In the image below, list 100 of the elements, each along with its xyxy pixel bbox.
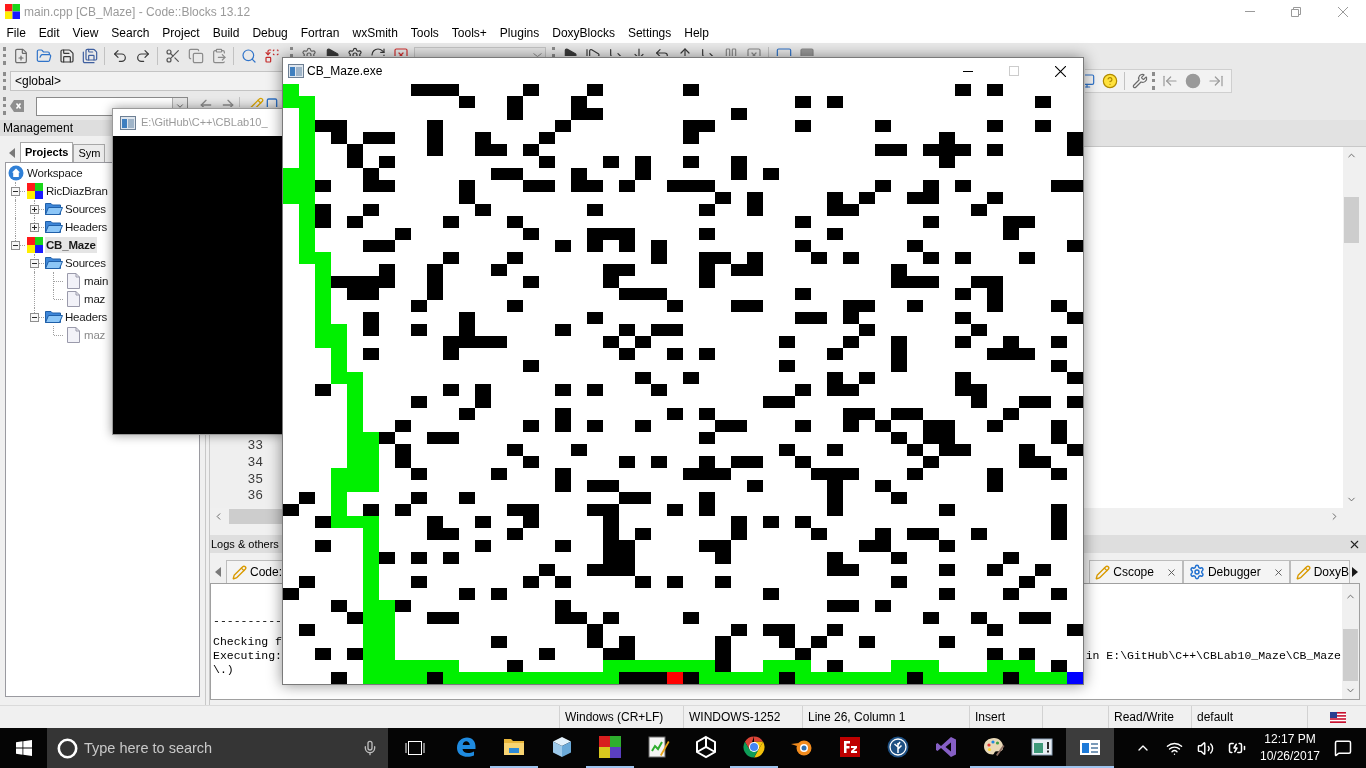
scrollbar-thumb[interactable] [1344, 197, 1359, 243]
collapse-icon[interactable] [30, 312, 39, 322]
bookmark-icon[interactable] [264, 97, 280, 107]
tree-item[interactable]: main [83, 273, 110, 289]
menu-item[interactable]: Debug [245, 24, 295, 42]
grip-icon[interactable] [3, 46, 6, 65]
taskbar-button[interactable] [1066, 728, 1114, 768]
folder-icon [45, 256, 63, 270]
tree-item[interactable]: Headers [64, 309, 109, 325]
stop-icon[interactable] [392, 47, 409, 56]
menu-item[interactable]: View [66, 24, 105, 42]
expand-icon[interactable] [30, 222, 39, 232]
panel-tab[interactable]: Projects [20, 142, 74, 162]
wrench-icon[interactable] [1131, 73, 1148, 89]
gear-icon[interactable] [346, 47, 363, 56]
tree-item[interactable]: maz [83, 291, 107, 307]
undo-icon[interactable] [111, 47, 128, 64]
four-squares-icon [598, 735, 622, 759]
menu-item[interactable]: Fortran [294, 24, 346, 42]
panel-tab[interactable]: Sym [73, 144, 106, 162]
triangle-left-icon[interactable] [215, 567, 221, 577]
pencil-icon [232, 564, 247, 580]
corner-arrow-icon[interactable] [653, 47, 670, 56]
grip-icon[interactable] [3, 97, 6, 115]
volume-icon[interactable] [1196, 739, 1214, 757]
tree-item[interactable]: CB_Maze [45, 237, 97, 253]
tree-item[interactable]: Sources [64, 201, 107, 217]
menu-item[interactable]: DoxyBlocks [545, 24, 622, 42]
collapse-icon[interactable] [30, 258, 39, 268]
tree-item[interactable]: Headers [64, 219, 109, 235]
notification-icon[interactable] [1334, 739, 1352, 757]
tree-item[interactable]: Sources [64, 255, 107, 271]
menu-item[interactable]: Build [206, 24, 246, 42]
stop-icon[interactable] [745, 47, 762, 56]
menu-item[interactable]: wxSmith [345, 24, 405, 42]
grip-icon[interactable] [1152, 72, 1155, 90]
folder-open-icon[interactable] [35, 47, 52, 64]
close-icon[interactable] [1165, 566, 1177, 578]
close-icon[interactable] [1272, 566, 1284, 578]
panel-title: Management [3, 120, 74, 137]
line-number: 33 [247, 438, 263, 455]
status-text: Line 26, Column 1 [808, 709, 906, 726]
tree-item[interactable]: RicDiazBran [45, 183, 109, 199]
scrollbar-thumb[interactable] [1343, 629, 1358, 681]
notepad-icon [646, 735, 670, 759]
menu-item[interactable]: Tools [404, 24, 446, 42]
menu-item[interactable]: Plugins [493, 24, 546, 42]
cube-outline-icon [694, 735, 718, 759]
menu-item[interactable]: File [0, 24, 33, 42]
gear-icon[interactable] [300, 47, 317, 56]
menu-item[interactable]: Tools+ [445, 24, 494, 42]
collapse-icon[interactable] [11, 186, 20, 196]
log-line: ---------- [213, 613, 282, 630]
scrollbar-thumb[interactable] [229, 509, 283, 524]
save-icon[interactable] [58, 47, 75, 64]
log-tab[interactable]: Debugger [1182, 560, 1290, 583]
triangle-right-icon[interactable] [1352, 567, 1358, 577]
window-icon [288, 64, 304, 78]
menu-item[interactable]: Project [155, 24, 207, 42]
tree-item[interactable]: maz [83, 327, 107, 343]
minimize-icon [963, 70, 973, 72]
menu-item[interactable]: Edit [32, 24, 67, 42]
log-tab[interactable]: DoxyB [1289, 560, 1350, 583]
clear-icon[interactable] [10, 100, 24, 112]
collapse-icon[interactable] [11, 240, 20, 250]
scissors-icon[interactable] [164, 47, 181, 64]
log-tab[interactable]: Code: [226, 560, 284, 583]
clock-date[interactable]: 10/26/2017 [1259, 748, 1321, 765]
line-number: 34 [247, 454, 263, 472]
file-plus-icon[interactable] [12, 47, 29, 64]
help-icon[interactable] [1101, 73, 1118, 89]
vertical-scrollbar[interactable] [1342, 584, 1359, 699]
save-all-icon[interactable] [81, 47, 98, 64]
search-field[interactable]: Type here to search [47, 728, 388, 768]
scope-dropdown[interactable]: <global> [10, 71, 283, 91]
dot-icon[interactable] [1184, 73, 1201, 89]
redo-icon[interactable] [134, 47, 151, 64]
stacked-windows-icon [405, 740, 425, 756]
replace-icon[interactable] [263, 47, 280, 64]
triangle-left-icon[interactable] [9, 148, 15, 158]
search-icon[interactable] [240, 47, 257, 64]
copy-icon[interactable] [187, 47, 204, 64]
menu-item[interactable]: Help [677, 24, 716, 42]
microphone-icon[interactable] [362, 740, 378, 756]
monitor-icon[interactable] [775, 47, 792, 56]
expand-icon[interactable] [30, 204, 39, 214]
tree-item[interactable]: Workspace [26, 165, 84, 181]
refresh-icon[interactable] [369, 47, 386, 56]
pencil-icon [1095, 564, 1111, 580]
step-icon[interactable] [584, 47, 601, 56]
gear-icon [1188, 564, 1205, 580]
clock-time[interactable]: 12:17 PM [1264, 731, 1316, 748]
grip-icon[interactable] [3, 72, 6, 90]
monitor-icon[interactable] [1085, 73, 1095, 89]
status-text: Read/Write [1114, 709, 1174, 726]
menu-item[interactable]: Settings [621, 24, 678, 42]
folder-icon [45, 310, 63, 324]
menu-item[interactable]: Search [104, 24, 156, 42]
paste-icon[interactable] [210, 47, 227, 64]
log-tab[interactable]: Cscope [1089, 560, 1183, 583]
